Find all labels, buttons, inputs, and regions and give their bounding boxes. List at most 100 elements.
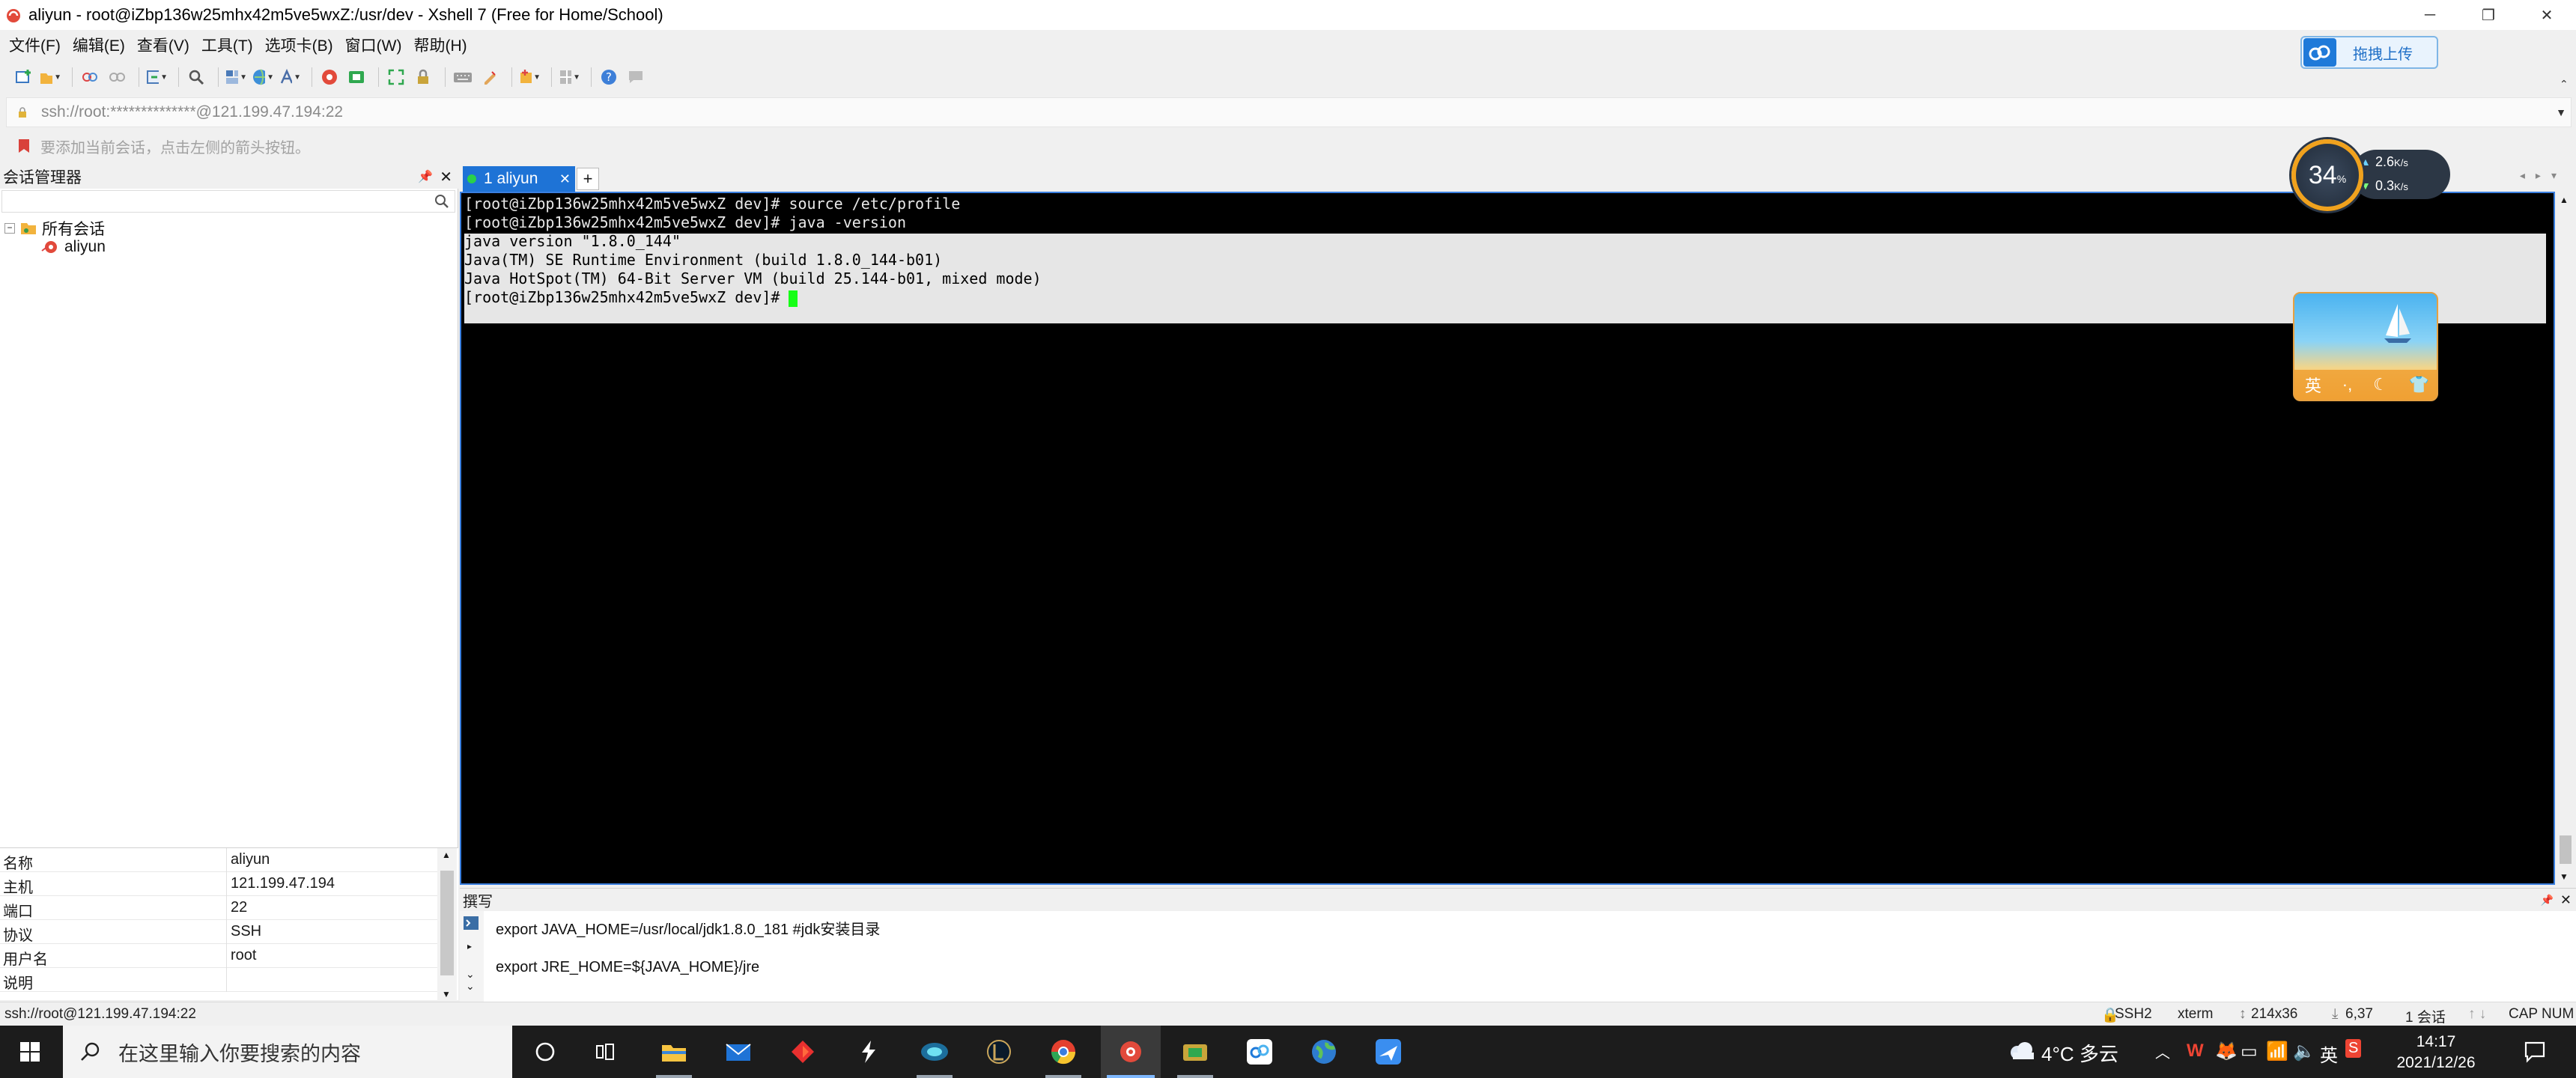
transfer-icon[interactable]: ▼ bbox=[145, 66, 168, 88]
menu-tools[interactable]: 工具(T) bbox=[201, 34, 253, 56]
menu-tabs[interactable]: 选项卡(B) bbox=[265, 34, 333, 56]
taskbar-xshell[interactable] bbox=[1101, 1026, 1161, 1078]
terminal-view[interactable]: [root@iZbp136w25mhx42m5ve5wxZ dev]# sour… bbox=[460, 192, 2555, 885]
task-view-button[interactable] bbox=[575, 1026, 635, 1078]
highlight-icon[interactable] bbox=[479, 66, 501, 88]
lock-icon[interactable] bbox=[412, 66, 434, 88]
panel-close-icon[interactable]: ✕ bbox=[440, 168, 452, 186]
taskbar-mail[interactable] bbox=[708, 1026, 768, 1078]
scrollbar-thumb[interactable] bbox=[440, 871, 454, 975]
new-session-icon[interactable] bbox=[12, 66, 34, 88]
taskbar-app-red[interactable] bbox=[773, 1026, 833, 1078]
taskbar-baidu-netdisk[interactable] bbox=[1230, 1026, 1289, 1078]
weather-cloud-icon[interactable] bbox=[2007, 1039, 2037, 1062]
tray-app-icon[interactable]: 🦊 bbox=[2215, 1041, 2238, 1062]
find-icon[interactable] bbox=[185, 66, 207, 88]
bookmark-arrow-icon[interactable] bbox=[16, 138, 31, 154]
search-icon[interactable] bbox=[434, 193, 450, 210]
menu-edit[interactable]: 编辑(E) bbox=[73, 34, 125, 56]
tab-navigation[interactable]: ◂▸▾ bbox=[2520, 169, 2567, 182]
taskbar-app-teal[interactable] bbox=[905, 1026, 965, 1078]
minimize-button[interactable]: ─ bbox=[2401, 0, 2459, 30]
menu-file[interactable]: 文件(F) bbox=[9, 34, 61, 56]
skin-shirt-icon[interactable]: 👕 bbox=[2409, 375, 2429, 395]
script-icon[interactable]: ▼ bbox=[518, 66, 541, 88]
globe-icon[interactable]: ▼ bbox=[252, 66, 274, 88]
open-folder-icon[interactable]: ▼ bbox=[39, 66, 61, 88]
layout-icon[interactable]: ▼ bbox=[225, 66, 247, 88]
tree-node-aliyun[interactable]: aliyun bbox=[40, 238, 106, 256]
expand-arrow-icon[interactable]: ▸ bbox=[467, 941, 472, 951]
help-icon[interactable]: ? bbox=[598, 66, 620, 88]
disconnect-icon[interactable] bbox=[106, 66, 128, 88]
ime-language[interactable]: 英 bbox=[2305, 373, 2321, 397]
scroll-down-icon[interactable]: ▼ bbox=[442, 989, 451, 999]
tree-node-all-sessions[interactable]: − 所有会话 bbox=[4, 217, 105, 240]
taskbar-search-placeholder: 在这里输入你要搜索的内容 bbox=[118, 1042, 361, 1065]
tree-collapse-icon[interactable]: − bbox=[4, 223, 15, 234]
tile-icon[interactable]: ▼ bbox=[558, 66, 580, 88]
chat-icon[interactable] bbox=[625, 66, 647, 88]
address-bar[interactable]: ssh://root:**************@121.199.47.194… bbox=[6, 97, 2572, 127]
battery-icon[interactable]: ▭ bbox=[2241, 1041, 2258, 1062]
ime-skin-widget[interactable]: 英 ·, ☾ 👕 bbox=[2293, 292, 2438, 401]
start-button[interactable] bbox=[0, 1026, 60, 1078]
compose-line[interactable]: export JAVA_HOME=/usr/local/jdk1.8.0_181… bbox=[496, 917, 880, 939]
terminal-scrollbar[interactable]: ▲ ▼ bbox=[2555, 192, 2576, 885]
collapse-icon[interactable]: ⌄ bbox=[466, 968, 475, 981]
network-monitor-widget[interactable]: ▲ 2.6K/s ▼ 0.3K/s 34 % bbox=[2291, 139, 2450, 211]
properties-scrollbar[interactable]: ▲ ▼ bbox=[437, 848, 457, 1001]
tab-close-icon[interactable]: ✕ bbox=[559, 171, 571, 187]
collapse-icon[interactable]: ⌄ bbox=[466, 980, 475, 993]
taskbar-clock[interactable]: 14:17 2021/12/26 bbox=[2380, 1032, 2492, 1074]
new-tab-button[interactable]: + bbox=[577, 168, 599, 190]
taskbar-app-dark[interactable] bbox=[839, 1026, 899, 1078]
close-button[interactable]: ✕ bbox=[2518, 0, 2576, 30]
sogou-ime-icon[interactable]: S bbox=[2345, 1039, 2362, 1058]
xftp-icon[interactable] bbox=[345, 66, 368, 88]
ime-indicator[interactable]: 英 bbox=[2320, 1041, 2338, 1067]
address-value[interactable]: ssh://root:**************@121.199.47.194… bbox=[41, 103, 343, 121]
connect-icon[interactable] bbox=[79, 66, 101, 88]
property-value: aliyun bbox=[231, 851, 270, 868]
menu-window[interactable]: 窗口(W) bbox=[345, 34, 402, 56]
weather-text[interactable]: 4°C 多云 bbox=[2041, 1039, 2118, 1067]
scroll-up-icon[interactable]: ▲ bbox=[442, 850, 451, 860]
pin-icon[interactable]: 📌 bbox=[2541, 894, 2554, 907]
terminal-line: Java HotSpot(TM) 64-Bit Server VM (build… bbox=[464, 270, 1042, 287]
moon-icon[interactable]: ☾ bbox=[2373, 375, 2388, 395]
taskbar-earth[interactable] bbox=[1294, 1026, 1354, 1078]
percent-sign: % bbox=[2336, 173, 2347, 185]
fullscreen-icon[interactable] bbox=[385, 66, 407, 88]
ime-punctuation-icon[interactable]: ·, bbox=[2342, 375, 2352, 395]
keyboard-icon[interactable] bbox=[452, 66, 474, 88]
download-speed: 0.3K/s bbox=[2375, 178, 2408, 193]
menu-help[interactable]: 帮助(H) bbox=[413, 34, 467, 56]
cortana-button[interactable] bbox=[515, 1026, 575, 1078]
tab-aliyun[interactable]: 1 aliyun ✕ bbox=[463, 166, 575, 192]
taskbar-feishu[interactable] bbox=[1358, 1026, 1418, 1078]
restore-button[interactable]: ❐ bbox=[2459, 0, 2518, 30]
taskbar-league[interactable] bbox=[969, 1026, 1029, 1078]
compose-line[interactable]: export JRE_HOME=${JAVA_HOME}/jre bbox=[496, 959, 759, 976]
address-dropdown-icon[interactable]: ▼ bbox=[2556, 106, 2566, 118]
scrollbar-thumb[interactable] bbox=[2560, 835, 2572, 864]
taskbar-chrome[interactable] bbox=[1033, 1026, 1093, 1078]
notification-center-icon[interactable] bbox=[2524, 1041, 2546, 1063]
volume-icon[interactable]: 🔈 bbox=[2293, 1041, 2315, 1062]
taskbar-xftp[interactable] bbox=[1165, 1026, 1225, 1078]
menu-view[interactable]: 查看(V) bbox=[137, 34, 189, 56]
tray-overflow-icon[interactable]: ︿ bbox=[2155, 1041, 2170, 1062]
compose-close-icon[interactable]: ✕ bbox=[2560, 892, 2572, 908]
xshell-icon[interactable] bbox=[318, 66, 341, 88]
scroll-down-icon[interactable]: ▼ bbox=[2560, 871, 2569, 882]
taskbar-search-box[interactable]: 在这里输入你要搜索的内容 bbox=[63, 1026, 512, 1078]
font-icon[interactable]: ▼ bbox=[279, 66, 301, 88]
pin-icon[interactable]: 📌 bbox=[418, 169, 433, 184]
wifi-icon[interactable]: 📶 bbox=[2266, 1041, 2288, 1062]
wps-tray-icon[interactable]: W bbox=[2187, 1041, 2204, 1062]
taskbar-file-explorer[interactable] bbox=[644, 1026, 704, 1078]
scroll-up-icon[interactable]: ▲ bbox=[2560, 195, 2569, 205]
terminal-send-icon[interactable] bbox=[463, 916, 479, 931]
session-search-input[interactable] bbox=[1, 190, 455, 213]
